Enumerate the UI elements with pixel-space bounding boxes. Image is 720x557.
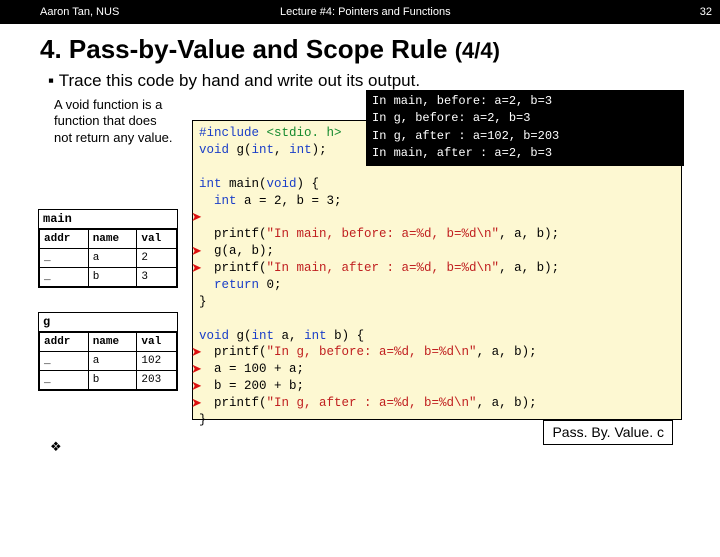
title-text: Pass-by-Value and Scope Rule (69, 34, 448, 64)
table-row: _ b 3 (40, 268, 177, 287)
content-area: A void function is a function that does … (0, 97, 720, 557)
slide-header: Aaron Tan, NUS Lecture #4: Pointers and … (0, 0, 720, 24)
col-name: name (88, 230, 137, 249)
pointer-arrow-icon: ➤ (191, 260, 202, 278)
title-number: 4. (40, 34, 62, 64)
table-row: _ b 203 (40, 371, 177, 390)
slide-title: 4. Pass-by-Value and Scope Rule (4/4) (40, 34, 720, 65)
table-row: addr name val (40, 333, 177, 352)
pointer-arrow-icon: ➤ (191, 378, 202, 396)
instruction-text: Trace this code by hand and write out it… (59, 71, 420, 90)
table-row: _ a 102 (40, 352, 177, 371)
page-number: 32 (672, 6, 712, 18)
author-label: Aaron Tan, NUS (40, 6, 240, 18)
output-line: In main, after : a=2, b=3 (372, 146, 552, 160)
table-row: addr name val (40, 230, 177, 249)
file-name-tag: Pass. By. Value. c (543, 420, 673, 445)
instruction-line: ▪ Trace this code by hand and write out … (48, 71, 720, 91)
table-g: g addr name val _ a 102 _ b 203 (38, 312, 178, 391)
table-g-grid: addr name val _ a 102 _ b 203 (39, 332, 177, 390)
pointer-arrow-icon: ➤ (191, 243, 202, 261)
col-addr: addr (40, 333, 89, 352)
pointer-arrow-icon: ➤ (191, 361, 202, 379)
lecture-title: Lecture #4: Pointers and Functions (240, 6, 672, 18)
table-main-caption: main (39, 210, 177, 229)
col-val: val (137, 333, 177, 352)
table-main: main addr name val _ a 2 _ b 3 (38, 209, 178, 288)
pointer-arrow-icon: ➤ (191, 344, 202, 362)
table-g-caption: g (39, 313, 177, 332)
col-val: val (137, 230, 177, 249)
output-line: In g, before: a=2, b=3 (372, 111, 530, 125)
diamond-bullet-icon: ❖ (50, 439, 62, 455)
output-line: In main, before: a=2, b=3 (372, 94, 552, 108)
title-suffix: (4/4) (455, 38, 500, 63)
pointer-arrow-icon: ➤ (191, 209, 202, 227)
col-name: name (88, 333, 137, 352)
void-note: A void function is a function that does … (54, 97, 174, 146)
table-main-grid: addr name val _ a 2 _ b 3 (39, 229, 177, 287)
program-output: In main, before: a=2, b=3 In g, before: … (366, 90, 684, 166)
col-addr: addr (40, 230, 89, 249)
table-row: _ a 2 (40, 249, 177, 268)
square-bullet-icon: ▪ (48, 71, 59, 90)
pointer-arrow-icon: ➤ (191, 395, 202, 413)
output-line: In g, after : a=102, b=203 (372, 129, 559, 143)
